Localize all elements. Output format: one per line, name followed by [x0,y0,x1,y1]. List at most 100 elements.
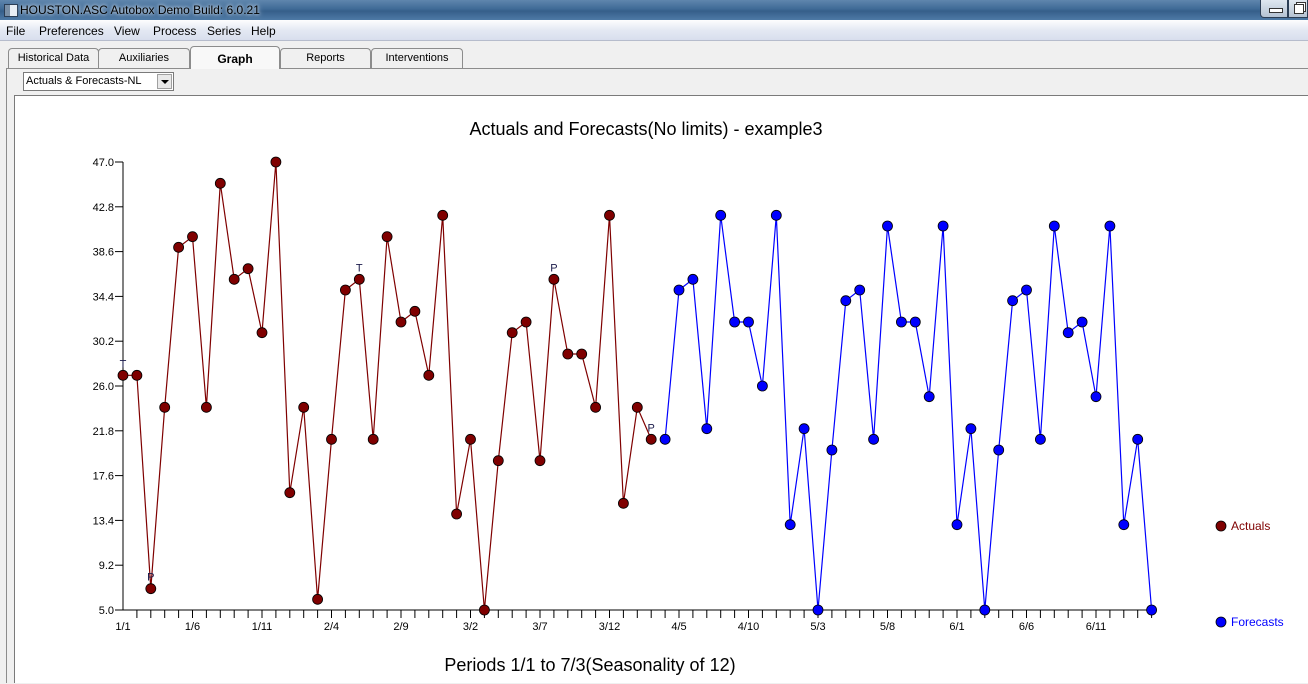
x-tick-label: 2/9 [393,621,408,633]
forecasts-point [1090,391,1102,403]
actuals-point [173,241,185,253]
actuals-point [409,305,421,317]
legend-actuals-marker [1215,520,1227,532]
annotation-label: T [356,262,363,274]
chart-title: Actuals and Forecasts(No limits) - examp… [469,119,822,139]
x-tick-label: 4/10 [738,621,759,633]
actuals-point [576,348,588,360]
actuals-point [534,455,546,467]
forecasts-point [798,423,810,435]
tab-graph[interactable]: Graph [190,46,280,69]
actuals-point [339,284,351,296]
chevron-down-icon [161,80,169,84]
actuals-point [631,401,643,413]
y-tick-label: 30.2 [93,336,114,348]
y-tick-label: 17.6 [93,471,114,483]
window-title: HOUSTON.ASC Autobox Demo Build: 6.0.21 [20,3,260,17]
forecasts-point [923,391,935,403]
tab-reports[interactable]: Reports [280,48,371,68]
x-tick-label: 3/7 [532,621,547,633]
axes: 47.0 42.8 38.6 34.4 30.2 26.0 21.8 17.6 13.4 9.2 5… [93,157,1153,633]
x-tick-label: 5/3 [810,621,825,633]
x-tick-label: 6/11 [1086,621,1107,633]
forecasts-point [937,220,949,232]
tab-historical-data[interactable]: Historical Data [8,48,99,68]
y-tick-label: 47.0 [93,157,114,169]
legend-forecasts-marker [1215,616,1227,628]
forecasts-point [965,423,977,435]
chart: Actuals and Forecasts(No limits) - examp… [93,119,1284,675]
actuals-point [214,177,226,189]
x-tick-label: 2/4 [324,621,339,633]
actuals-point [117,369,129,381]
menu-process[interactable]: Process [153,24,196,38]
x-tick-label: 4/5 [671,621,686,633]
annotations: T P T P P [120,262,655,583]
tab-interventions[interactable]: Interventions [371,48,463,68]
actuals-point [284,487,296,499]
actuals-point [618,497,629,509]
minimize-icon [1269,8,1283,13]
tab-auxiliaries[interactable]: Auxiliaries [98,48,190,68]
forecasts-point [757,380,768,392]
actuals-point [326,433,337,445]
x-tick-label: 3/12 [599,621,620,633]
forecasts-point [673,284,685,296]
actuals-point [256,327,268,339]
forecasts-point [1048,220,1060,232]
annotation-label: P [550,262,557,274]
forecasts-point [687,273,699,285]
actuals-point [145,583,157,595]
actuals-point [270,156,282,168]
forecasts-point [743,316,754,328]
actuals-point [367,433,379,445]
actuals-line [123,161,652,611]
annotation-label: P [147,572,154,584]
y-tick-label: 9.2 [99,560,114,572]
menu-preferences[interactable]: Preferences [39,24,104,38]
y-tick-label: 5.0 [99,605,114,617]
actuals-point [242,263,254,275]
forecasts-point [993,444,1005,456]
actuals-point [187,231,198,243]
dropdown-button[interactable] [157,74,172,89]
app-icon [4,4,18,17]
x-tick-label: 1/1 [115,621,130,633]
restore-button[interactable] [1288,0,1308,18]
legend: Actuals Forecasts [1215,519,1284,629]
actuals-point [353,273,365,285]
x-tick-label: 1/6 [185,621,200,633]
forecasts-point [951,519,963,531]
menu-help[interactable]: Help [251,24,276,38]
forecasts-point [882,220,893,232]
forecasts-point [1062,327,1074,339]
graph-type-select[interactable]: Actuals & Forecasts-NL [23,72,174,91]
forecasts-point [909,316,921,328]
actuals-point [506,327,518,339]
minimize-button[interactable] [1260,0,1288,18]
series-points [117,156,1157,616]
actuals-point [312,593,324,605]
actuals-point [228,273,240,285]
actuals-point [645,433,657,445]
actuals-point [451,508,463,520]
restore-icon [1294,4,1304,14]
x-tick-label: 3/2 [463,621,478,633]
actuals-point [590,401,601,413]
graph-type-value: Actuals & Forecasts-NL [26,75,142,87]
forecasts-point [1035,433,1046,445]
actuals-point [159,401,171,413]
actuals-point [423,369,435,381]
x-tick-label: 5/8 [880,621,895,633]
annotation-label: P [648,422,655,434]
x-tick-label: 6/6 [1019,621,1034,633]
actuals-point [131,369,143,381]
forecasts-point [840,295,852,307]
menu-view[interactable]: View [114,24,140,38]
actuals-point [381,231,393,243]
legend-forecasts-label: Forecasts [1231,615,1284,629]
menu-series[interactable]: Series [207,24,241,38]
menu-file[interactable]: File [6,24,25,38]
actuals-point [437,209,449,221]
forecasts-point [1021,284,1032,296]
